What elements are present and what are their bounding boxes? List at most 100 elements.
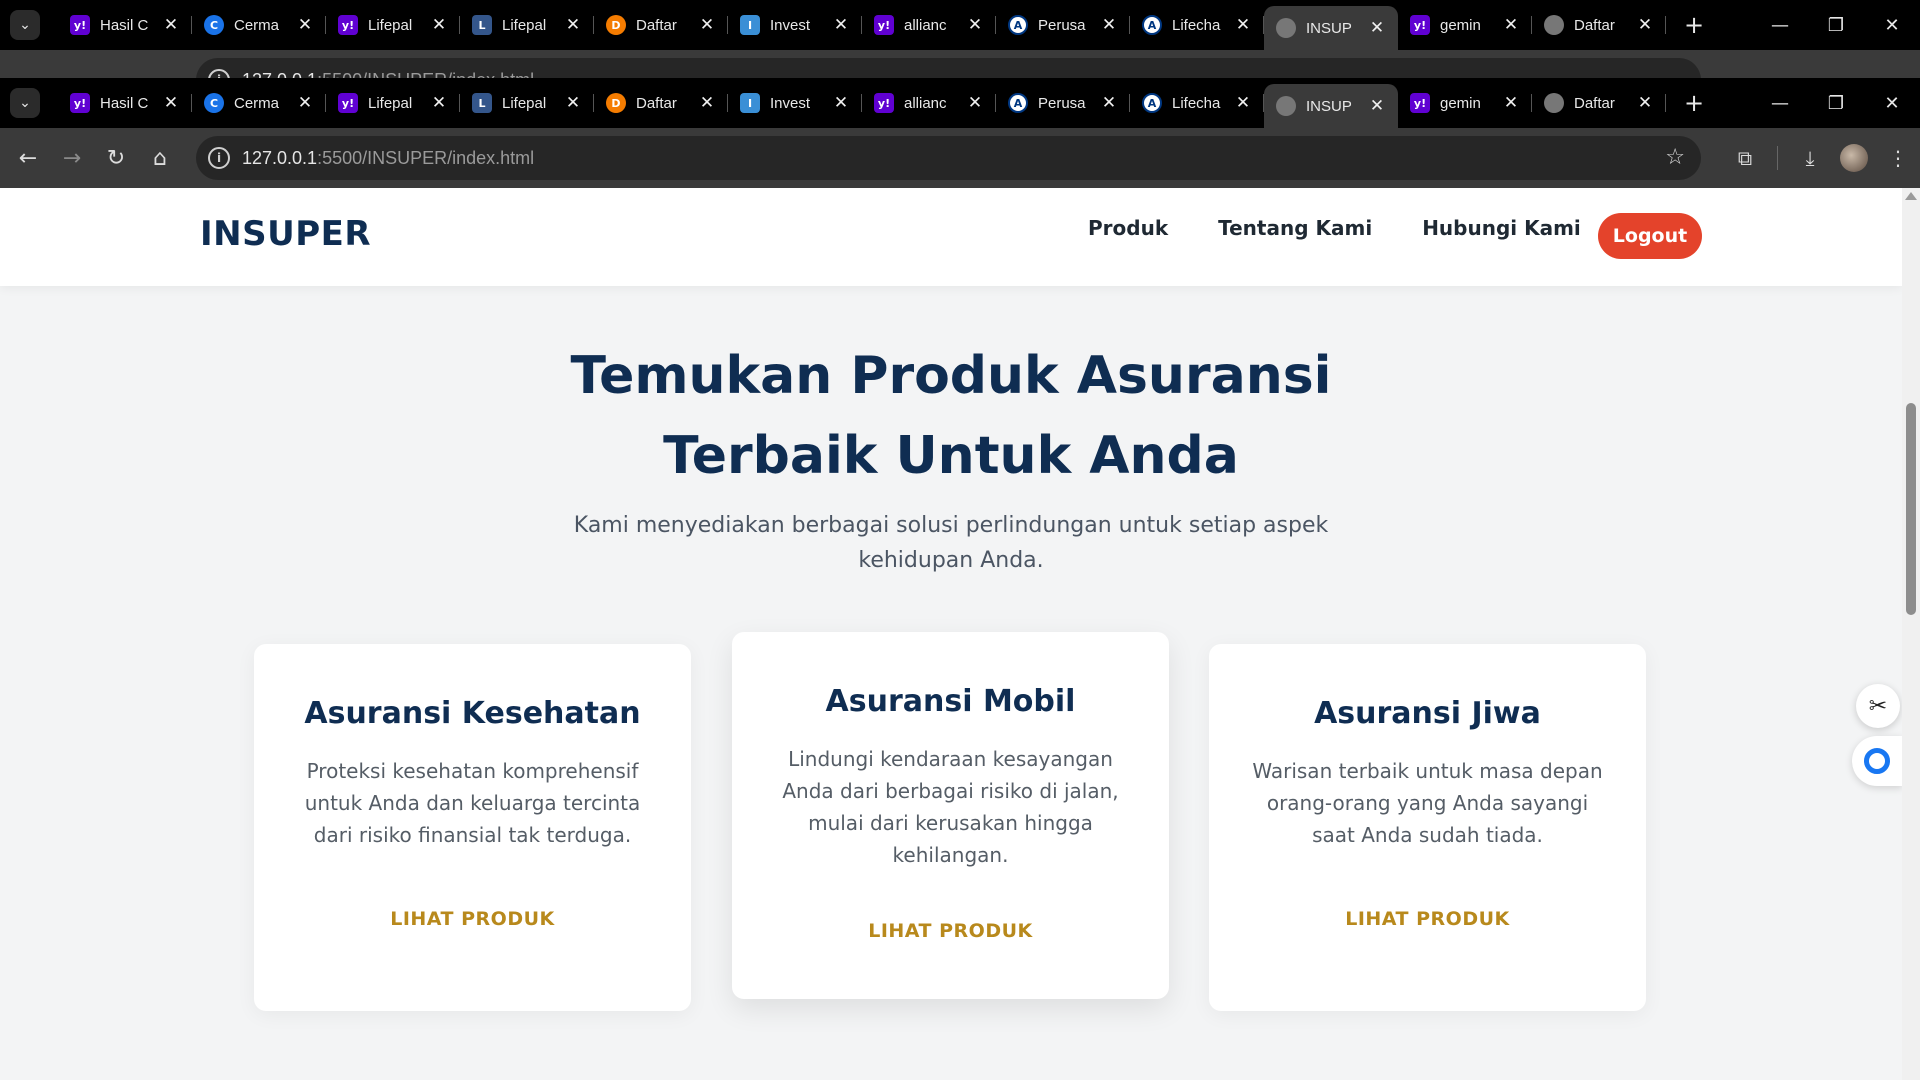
toolbar-divider: [1777, 146, 1778, 170]
chat-icon[interactable]: [1852, 736, 1902, 786]
nav-link-hubungi-kami[interactable]: Hubungi Kami: [1422, 216, 1581, 240]
site-logo[interactable]: INSUPER: [200, 214, 371, 254]
minimize-icon[interactable]: —: [1752, 93, 1808, 114]
extensions-icon[interactable]: ⧉: [1723, 146, 1767, 170]
tab-5[interactable]: I Invest ✕: [728, 83, 862, 123]
tab-title: Lifepal: [502, 94, 547, 112]
scrollbar-thumb[interactable]: [1906, 403, 1916, 615]
lihat-produk-link[interactable]: LIHAT PRODUK: [1209, 908, 1646, 930]
download-icon[interactable]: ⤓: [1788, 146, 1832, 170]
address-bar[interactable]: i 127.0.0.1:5500/INSUPER/index.html ☆: [196, 136, 1701, 180]
close-window-icon[interactable]: ✕: [1864, 93, 1920, 114]
restore-icon[interactable]: ❐: [1808, 15, 1864, 36]
scroll-up-arrow-icon[interactable]: [1905, 192, 1917, 200]
tab-close-icon[interactable]: ✕: [698, 93, 716, 113]
ghost-tab-1[interactable]: C Cerma ✕: [192, 5, 326, 45]
ghost-tab-7[interactable]: A Perusa ✕: [996, 5, 1130, 45]
lihat-produk-link[interactable]: LIHAT PRODUK: [732, 920, 1169, 942]
tab-close-icon[interactable]: ✕: [1100, 93, 1118, 113]
tab-close-icon[interactable]: ✕: [564, 93, 582, 113]
invest-icon: I: [740, 15, 760, 35]
tab-8[interactable]: A Lifecha ✕: [1130, 83, 1264, 123]
back-icon[interactable]: ←: [6, 146, 50, 171]
restore-icon[interactable]: ❐: [1808, 93, 1864, 114]
tab-4[interactable]: D Daftar ✕: [594, 83, 728, 123]
tab-close-icon[interactable]: ✕: [832, 93, 850, 113]
tab-search-icon[interactable]: ⌄: [10, 10, 40, 40]
tab-close-icon[interactable]: ✕: [564, 15, 582, 35]
nav-link-tentang-kami[interactable]: Tentang Kami: [1218, 216, 1372, 240]
reload-icon[interactable]: ↻: [94, 146, 138, 171]
tab-9[interactable]: INSUP ✕: [1264, 84, 1398, 128]
tab-close-icon[interactable]: ✕: [1636, 15, 1654, 35]
tab-close-icon[interactable]: ✕: [1234, 93, 1252, 113]
tab-close-icon[interactable]: ✕: [430, 15, 448, 35]
ghost-tab-9[interactable]: INSUP ✕: [1264, 6, 1398, 50]
scissors-icon[interactable]: ✂: [1856, 684, 1900, 728]
tab-11[interactable]: Daftar ✕: [1532, 83, 1666, 123]
ghost-tab-6[interactable]: y! allianc ✕: [862, 5, 996, 45]
tab-close-icon[interactable]: ✕: [966, 93, 984, 113]
hero-title: Temukan Produk Asuransi Terbaik Untuk An…: [0, 336, 1902, 496]
lihat-produk-link[interactable]: LIHAT PRODUK: [254, 908, 691, 930]
tab-title: INSUP: [1306, 97, 1352, 115]
new-tab-icon[interactable]: +: [1684, 11, 1704, 39]
ghost-tab-4[interactable]: D Daftar ✕: [594, 5, 728, 45]
product-card-mobil: Asuransi Mobil Lindungi kendaraan kesaya…: [732, 632, 1169, 999]
tab-0[interactable]: y! Hasil C ✕: [58, 83, 192, 123]
nav-link-produk[interactable]: Produk: [1088, 216, 1168, 240]
url-text[interactable]: 127.0.0.1:5500/INSUPER/index.html: [242, 148, 534, 169]
tab-close-icon[interactable]: ✕: [832, 15, 850, 35]
tab-10[interactable]: y! gemin ✕: [1398, 83, 1532, 123]
tab-close-icon[interactable]: ✕: [162, 93, 180, 113]
site-info-icon[interactable]: i: [208, 147, 230, 169]
new-tab-icon[interactable]: +: [1684, 89, 1704, 117]
tab-close-icon[interactable]: ✕: [966, 15, 984, 35]
hero-subtitle: Kami menyediakan berbagai solusi perlind…: [573, 513, 1329, 573]
tab-close-icon[interactable]: ✕: [430, 93, 448, 113]
tab-close-icon[interactable]: ✕: [296, 15, 314, 35]
profile-avatar[interactable]: [1840, 144, 1868, 172]
page-scrollbar[interactable]: [1902, 188, 1920, 1080]
ghost-tabs: y! Hasil C ✕ C Cerma ✕ y! Lifepal ✕ L Lifepal ✕ D Daf…: [58, 0, 1666, 50]
tab-close-icon[interactable]: ✕: [1100, 15, 1118, 35]
tab-close-icon[interactable]: ✕: [698, 15, 716, 35]
tab-1[interactable]: C Cerma ✕: [192, 83, 326, 123]
close-window-icon[interactable]: ✕: [1864, 15, 1920, 36]
allianz-icon: A: [1008, 93, 1028, 113]
bookmark-star-icon[interactable]: ☆: [1665, 145, 1685, 170]
tab-close-icon[interactable]: ✕: [1234, 15, 1252, 35]
globe-icon: [1276, 18, 1296, 38]
minimize-icon[interactable]: —: [1752, 15, 1808, 36]
tab-title: allianc: [904, 16, 947, 34]
site-info-icon: i: [208, 69, 230, 78]
home-icon[interactable]: ⌂: [138, 146, 182, 171]
tab-close-icon[interactable]: ✕: [1502, 93, 1520, 113]
tab-title: Cerma: [234, 94, 280, 112]
ghost-tab-2[interactable]: y! Lifepal ✕: [326, 5, 460, 45]
window-controls: — ❐ ✕: [1752, 0, 1920, 50]
ghost-tab-11[interactable]: Daftar ✕: [1532, 5, 1666, 45]
ghost-tab-8[interactable]: A Lifecha ✕: [1130, 5, 1264, 45]
tab-close-icon[interactable]: ✕: [1502, 15, 1520, 35]
tab-7[interactable]: A Perusa ✕: [996, 83, 1130, 123]
tab-close-icon[interactable]: ✕: [1368, 18, 1386, 38]
tab-2[interactable]: y! Lifepal ✕: [326, 83, 460, 123]
page-viewport: INSUPER Produk Tentang Kami Hubungi Kami…: [0, 188, 1920, 1080]
card-description: Proteksi kesehatan komprehensif untuk An…: [304, 759, 641, 847]
tab-6[interactable]: y! allianc ✕: [862, 83, 996, 123]
tab-close-icon[interactable]: ✕: [1636, 93, 1654, 113]
logout-button[interactable]: Logout: [1598, 213, 1702, 259]
window-controls: — ❐ ✕: [1752, 78, 1920, 128]
tab-3[interactable]: L Lifepal ✕: [460, 83, 594, 123]
tab-close-icon[interactable]: ✕: [162, 15, 180, 35]
tab-close-icon[interactable]: ✕: [296, 93, 314, 113]
ghost-tab-0[interactable]: y! Hasil C ✕: [58, 5, 192, 45]
tab-search-icon[interactable]: ⌄: [10, 88, 40, 118]
ghost-tab-5[interactable]: I Invest ✕: [728, 5, 862, 45]
ghost-tab-10[interactable]: y! gemin ✕: [1398, 5, 1532, 45]
menu-kebab-icon[interactable]: ⋮: [1876, 146, 1920, 170]
tab-close-icon[interactable]: ✕: [1368, 96, 1386, 116]
forward-icon[interactable]: →: [50, 146, 94, 171]
ghost-tab-3[interactable]: L Lifepal ✕: [460, 5, 594, 45]
